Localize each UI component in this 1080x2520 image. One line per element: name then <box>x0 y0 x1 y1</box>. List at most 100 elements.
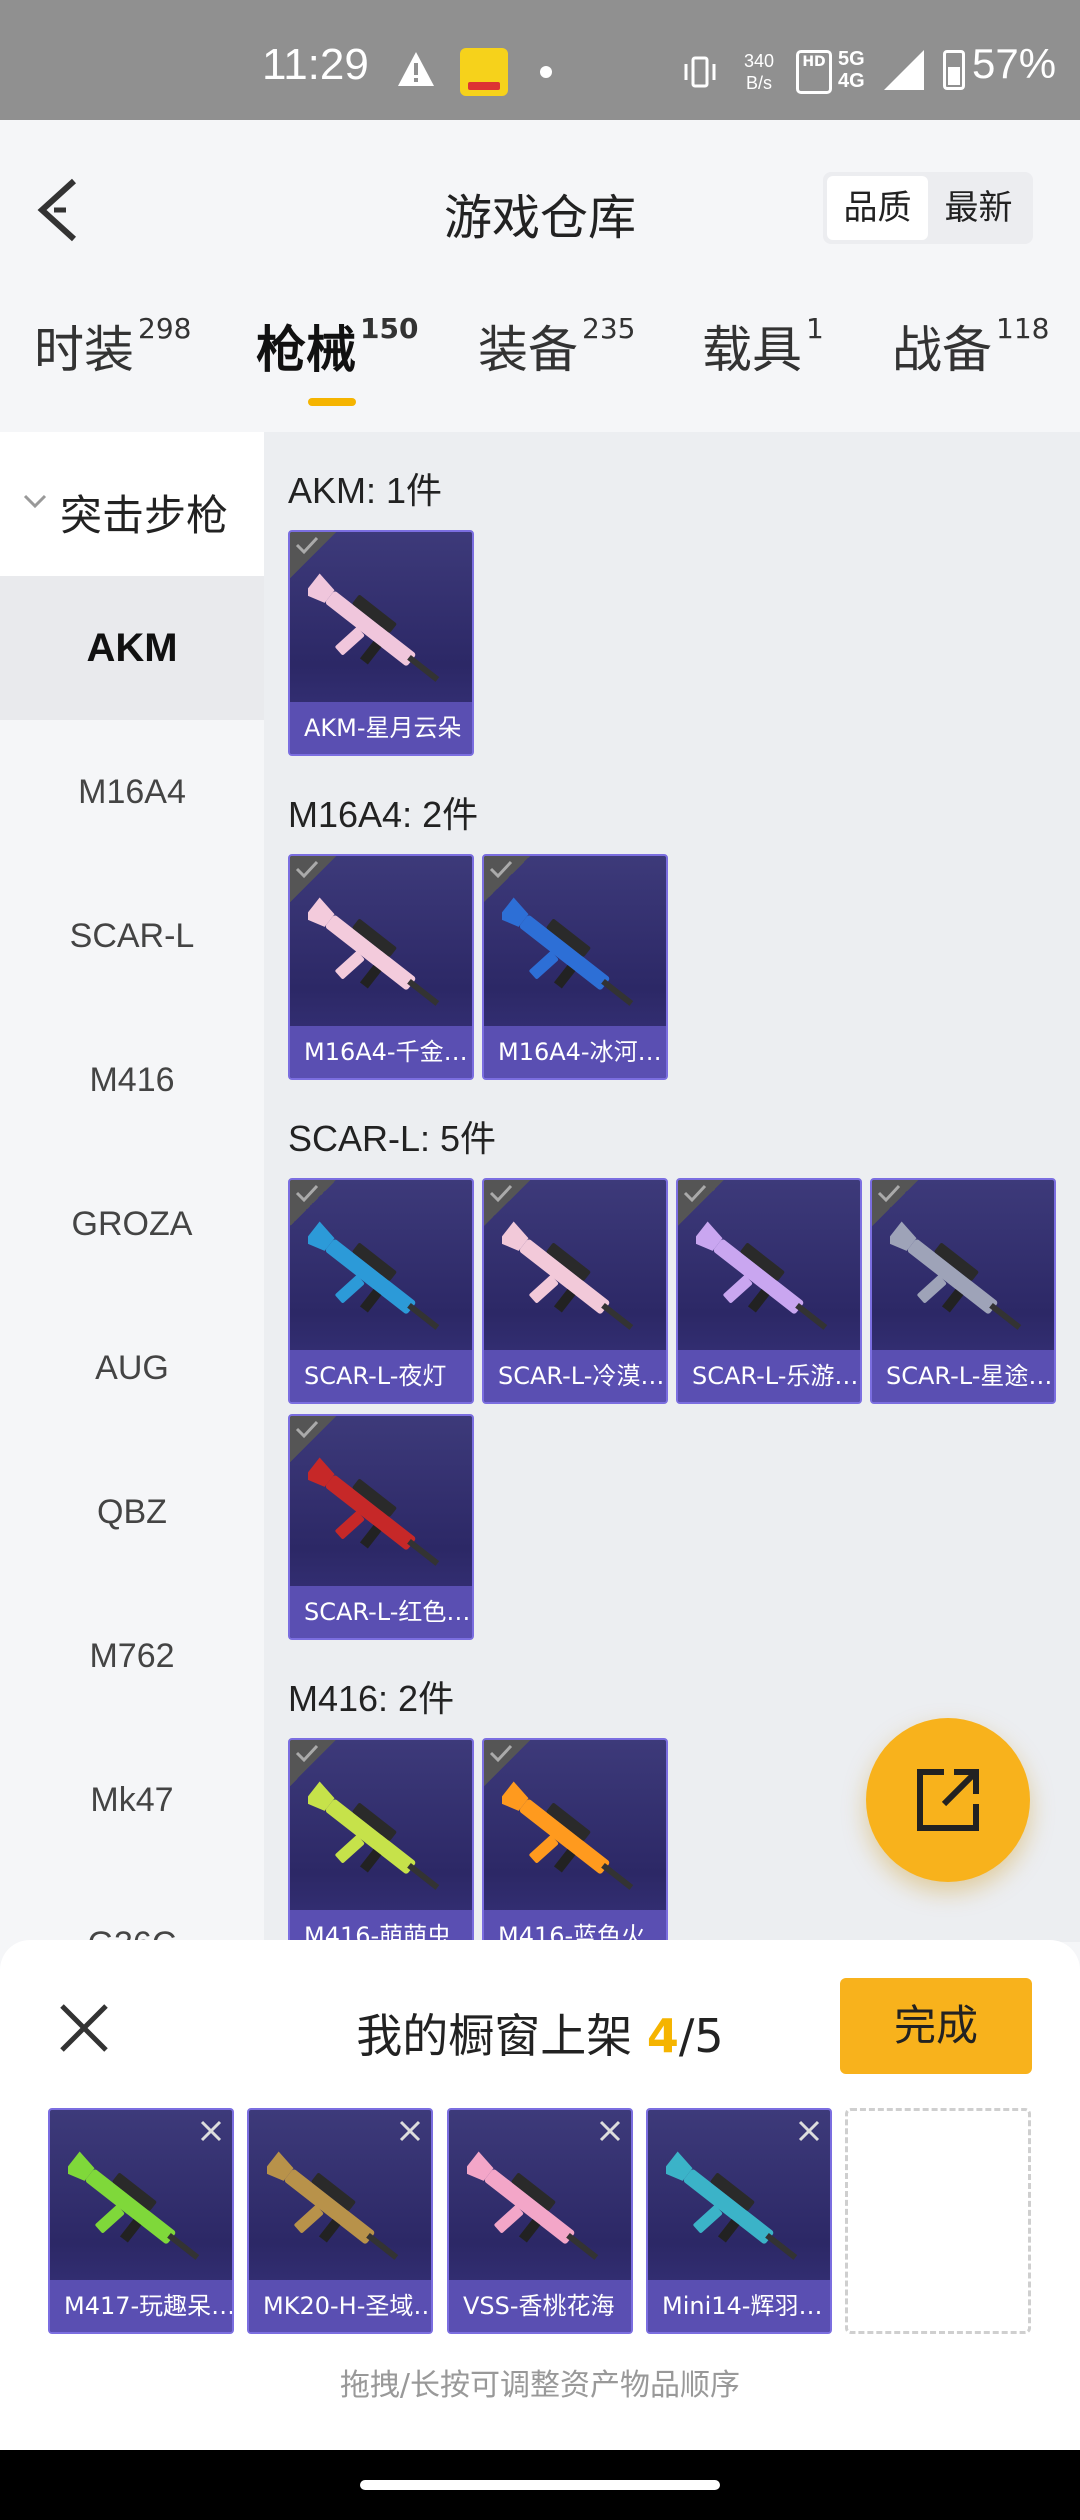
weapon-skin-icon <box>502 1781 634 1890</box>
done-button[interactable]: 完成 <box>840 1978 1032 2074</box>
header: 游戏仓库 品质 最新 <box>0 120 1080 280</box>
tab-weapons[interactable]: 枪械 150 <box>256 310 418 382</box>
weapon-skin-icon <box>308 1781 440 1890</box>
weapon-name: SCAR-L-冷漠… <box>484 1350 666 1402</box>
tab-count: 1 <box>806 312 824 345</box>
category-tabs: 时装 298 枪械 150 装备 235 载具 1 战备 118 <box>0 310 1080 420</box>
tab-fashion[interactable]: 时装 298 <box>34 310 191 382</box>
weapon-skin-icon <box>308 1221 440 1330</box>
weapon-name: VSS-香桃花海 <box>449 2280 631 2332</box>
sidebar-category-label: 突击步枪 <box>60 491 229 540</box>
sort-quality-button[interactable]: 品质 <box>827 176 928 240</box>
tab-count: 298 <box>138 312 192 345</box>
vibrate-icon <box>684 56 716 88</box>
sort-newest-button[interactable]: 最新 <box>928 176 1029 240</box>
tab-label: 时装 <box>34 321 134 379</box>
system-nav-bar <box>0 2450 1080 2520</box>
sidebar-item-scar-l[interactable]: SCAR-L <box>0 864 264 1008</box>
weapon-card[interactable]: SCAR-L-夜灯 <box>288 1178 474 1404</box>
tab-count: 150 <box>360 312 419 345</box>
weapon-name: MK20-H-圣域… <box>249 2280 431 2332</box>
weapon-card[interactable]: SCAR-L-冷漠… <box>482 1178 668 1404</box>
showcase-sheet: 我的橱窗上架 4/5 完成 M417-玩趣呆… MK20-H-圣域… VSS-香… <box>0 1940 1080 2450</box>
tab-label: 装备 <box>478 321 578 379</box>
weapon-card[interactable]: M16A4-千金… <box>288 854 474 1080</box>
weapon-card[interactable]: SCAR-L-红色… <box>288 1414 474 1640</box>
tab-vehicles[interactable]: 载具 1 <box>702 310 824 382</box>
app-notification-icon <box>460 48 508 96</box>
showcase-slot[interactable]: MK20-H-圣域… <box>247 2108 433 2334</box>
sidebar-item-g36c[interactable]: G36C <box>0 1872 264 1942</box>
remove-icon[interactable] <box>794 2116 824 2146</box>
showcase-title-text: 我的橱窗上架 <box>356 2009 633 2063</box>
weapon-card[interactable]: SCAR-L-星途… <box>870 1178 1056 1404</box>
weapon-name: M16A4-冰河… <box>484 1026 666 1078</box>
weapon-name: M417-玩趣呆… <box>50 2280 232 2332</box>
remove-icon[interactable] <box>395 2116 425 2146</box>
weapon-name: M16A4-千金… <box>290 1026 472 1078</box>
network-type-top: 5G <box>838 48 865 70</box>
showcase-slot[interactable]: VSS-香桃花海 <box>447 2108 633 2334</box>
sort-toggle: 品质 最新 <box>823 172 1033 244</box>
sidebar-item-mk47[interactable]: Mk47 <box>0 1728 264 1872</box>
home-gesture-handle[interactable] <box>360 2480 720 2490</box>
status-time: 11:29 <box>262 40 369 89</box>
sidebar-item-groza[interactable]: GROZA <box>0 1152 264 1296</box>
weapon-card[interactable]: M416-蓝色火… <box>482 1738 668 1942</box>
sidebar-item-qbz[interactable]: QBZ <box>0 1440 264 1584</box>
weapon-skin-icon <box>68 2151 200 2260</box>
remove-icon[interactable] <box>196 2116 226 2146</box>
tab-equipment[interactable]: 装备 235 <box>478 310 635 382</box>
share-icon <box>917 1769 979 1831</box>
showcase-slot[interactable]: M417-玩趣呆… <box>48 2108 234 2334</box>
showcase-max-count: 5 <box>694 2009 724 2063</box>
sidebar-item-m16a4[interactable]: M16A4 <box>0 720 264 864</box>
weapon-skin-icon <box>890 1221 1022 1330</box>
battery-icon <box>943 50 965 90</box>
group-title: M16A4: 2件 <box>288 794 479 835</box>
sidebar-item-aug[interactable]: AUG <box>0 1296 264 1440</box>
net-speed: 340 B/s <box>744 50 774 94</box>
weapon-skin-icon <box>467 2151 599 2260</box>
weapon-skin-icon <box>502 1221 634 1330</box>
warning-icon <box>398 52 434 86</box>
chevron-down-icon <box>23 494 47 509</box>
net-speed-value: 340 <box>744 51 775 71</box>
tab-label: 载具 <box>702 321 802 379</box>
share-button[interactable] <box>866 1718 1030 1882</box>
net-speed-unit: B/s <box>746 73 773 93</box>
sidebar-item-m762[interactable]: M762 <box>0 1584 264 1728</box>
weapon-name: SCAR-L-乐游… <box>678 1350 860 1402</box>
weapon-name: SCAR-L-夜灯 <box>290 1350 472 1402</box>
showcase-current-count: 4 <box>646 2009 679 2063</box>
weapon-card[interactable]: AKM-星月云朵 <box>288 530 474 756</box>
group-title: M416: 2件 <box>288 1678 455 1719</box>
remove-icon[interactable] <box>595 2116 625 2146</box>
sidebar-category-assault-rifles[interactable]: 突击步枪 <box>0 432 264 576</box>
weapon-name: Mini14-辉羽… <box>648 2280 830 2332</box>
battery-percent: 57% <box>972 40 1057 87</box>
sidebar-item-m416[interactable]: M416 <box>0 1008 264 1152</box>
weapon-skin-icon <box>308 1457 440 1566</box>
showcase-slot[interactable]: Mini14-辉羽… <box>646 2108 832 2334</box>
weapon-card[interactable]: SCAR-L-乐游… <box>676 1178 862 1404</box>
weapon-skin-icon <box>696 1221 828 1330</box>
weapon-skin-icon <box>267 2151 399 2260</box>
sidebar-item-akm[interactable]: AKM <box>0 576 264 720</box>
showcase-slot-empty[interactable] <box>845 2108 1031 2334</box>
tab-supplies[interactable]: 战备 118 <box>892 310 1049 382</box>
weapon-name: M416-蓝色火… <box>484 1910 666 1942</box>
status-bar: 11:29 340 B/s HD 5G 4G 57% <box>0 0 1080 120</box>
weapon-name: M416-萌萌虫… <box>290 1910 472 1942</box>
weapon-skin-icon <box>308 573 440 682</box>
network-type-bottom: 4G <box>838 70 865 92</box>
weapon-name: AKM-星月云朵 <box>290 702 472 754</box>
weapon-name: SCAR-L-红色… <box>290 1586 472 1638</box>
group-title: SCAR-L: 5件 <box>288 1118 497 1159</box>
weapon-skin-icon <box>308 897 440 1006</box>
weapon-card[interactable]: M416-萌萌虫… <box>288 1738 474 1942</box>
weapon-card[interactable]: M16A4-冰河… <box>482 854 668 1080</box>
signal-icon <box>884 50 924 90</box>
weapon-sidebar: 突击步枪 AKM M16A4 SCAR-L M416 GROZA AUG QBZ… <box>0 432 264 1942</box>
showcase-separator: / <box>678 2009 695 2063</box>
